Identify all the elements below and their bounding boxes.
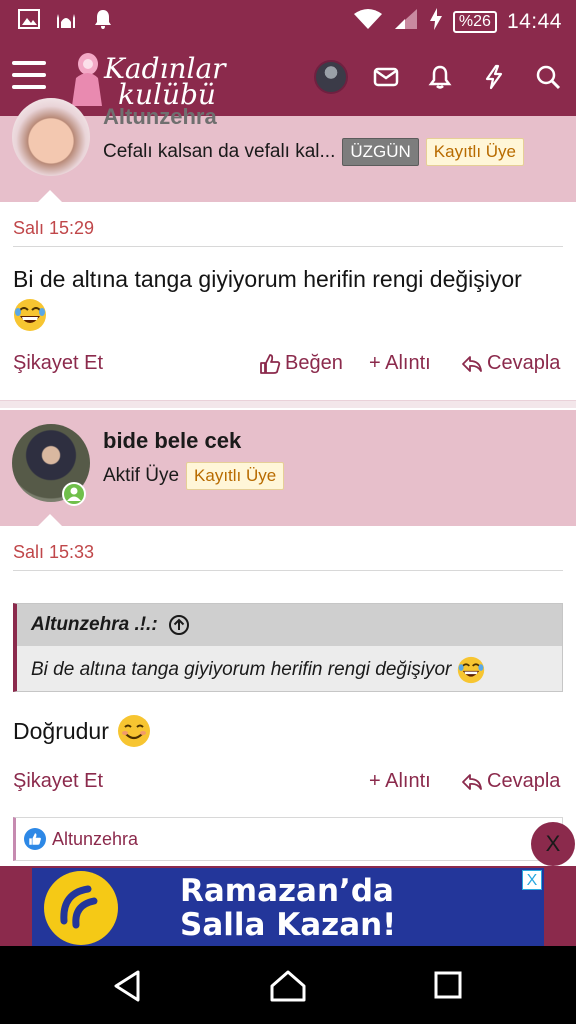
post1-author-header: Altunzehra Cefalı kalsan da vefalı kal..… xyxy=(0,98,576,202)
bell-icon[interactable] xyxy=(424,61,456,93)
hamburger-icon[interactable] xyxy=(12,61,46,93)
quote-text-row: Bi de altına tanga giyiyorum herifin ren… xyxy=(31,656,485,684)
ad-line1: Ramazan’da xyxy=(180,873,394,909)
post-divider xyxy=(0,400,576,408)
report-button[interactable]: Şikayet Et xyxy=(13,352,103,375)
quote-button[interactable]: + Alıntı xyxy=(369,352,431,375)
reply-button[interactable]: Cevapla xyxy=(461,770,560,793)
close-ad-button[interactable]: X xyxy=(531,822,575,866)
signal-icon xyxy=(393,7,419,37)
post2-body: Doğrudur xyxy=(13,714,151,748)
gallery-icon xyxy=(18,8,40,35)
ad-banner[interactable]: Ramazan’da Salla Kazan! X xyxy=(32,868,544,946)
liked-by-user[interactable]: Altunzehra xyxy=(52,829,138,850)
quote-block: Altunzehra .!.: Bi de altına tanga giyiy… xyxy=(13,603,563,692)
post2-author-header: bide bele cek Aktif Üye Kayıtlı Üye xyxy=(0,410,576,526)
arrow-up-circle-icon[interactable] xyxy=(168,614,190,636)
ad-close-icon[interactable]: X xyxy=(522,870,542,890)
back-icon[interactable] xyxy=(108,968,148,1004)
online-status-icon xyxy=(62,482,86,506)
post1-date[interactable]: Salı 15:29 xyxy=(13,218,94,239)
quote-button[interactable]: + Alıntı xyxy=(369,770,431,793)
role-badge: Kayıtlı Üye xyxy=(186,462,285,490)
recent-apps-icon[interactable] xyxy=(428,968,468,1004)
post2-date[interactable]: Salı 15:33 xyxy=(13,542,94,563)
user-avatar[interactable] xyxy=(314,60,348,94)
likes-bar: Altunzehra xyxy=(13,817,563,861)
quote-author: Altunzehra .!.: xyxy=(31,614,158,635)
thumbs-up-icon xyxy=(260,353,281,374)
ad-line2: Salla Kazan! xyxy=(180,907,397,943)
post1-username[interactable]: Altunzehra xyxy=(103,104,217,130)
quote-text: Bi de altına tanga giyiyorum herifin ren… xyxy=(31,659,452,680)
system-nav-bar xyxy=(0,946,576,1024)
post1-body: Bi de altına tanga giyiyorum herifin ren… xyxy=(13,262,563,332)
home-icon[interactable] xyxy=(268,968,308,1004)
app-header: Kadınlar kulübü xyxy=(0,40,576,116)
battery-level: %26 xyxy=(452,11,497,33)
search-icon[interactable] xyxy=(532,61,564,93)
post1-user-status: Cefalı kalsan da vefalı kal... xyxy=(103,141,336,162)
reply-icon xyxy=(462,355,482,372)
role-badge: Kayıtlı Üye xyxy=(425,138,524,166)
post2-user-status: Aktif Üye xyxy=(103,465,180,486)
mood-badge: ÜZGÜN xyxy=(342,138,419,166)
reply-icon xyxy=(462,773,482,790)
status-bar: %26 14:44 xyxy=(0,0,576,40)
wifi-icon xyxy=(353,7,383,37)
notification-bell-icon xyxy=(92,8,114,35)
post2-actions: Şikayet Et + Alıntı Cevapla xyxy=(13,770,563,800)
report-button[interactable]: Şikayet Et xyxy=(13,770,103,793)
like-icon xyxy=(24,828,46,850)
lightning-icon[interactable] xyxy=(478,61,510,93)
turkcell-logo-icon xyxy=(44,871,118,945)
mail-icon[interactable] xyxy=(370,61,402,93)
clock: 14:44 xyxy=(506,10,562,33)
post1-actions: Şikayet Et Beğen + Alıntı Cevapla xyxy=(13,352,563,382)
laughing-emoji-icon xyxy=(13,298,47,332)
post1-avatar[interactable] xyxy=(12,98,90,176)
reply-button[interactable]: Cevapla xyxy=(461,352,560,375)
post2-username[interactable]: bide bele cek xyxy=(103,428,241,454)
mosque-icon xyxy=(54,8,78,35)
laughing-emoji-icon xyxy=(458,656,485,684)
site-logo[interactable]: Kadınlar kulübü xyxy=(64,46,226,111)
quote-header[interactable]: Altunzehra .!.: xyxy=(17,604,562,646)
smiling-emoji-icon xyxy=(117,714,151,748)
ad-container: Ramazan’da Salla Kazan! X xyxy=(0,866,576,946)
charging-icon xyxy=(429,7,443,37)
like-button[interactable]: Beğen xyxy=(259,352,343,375)
